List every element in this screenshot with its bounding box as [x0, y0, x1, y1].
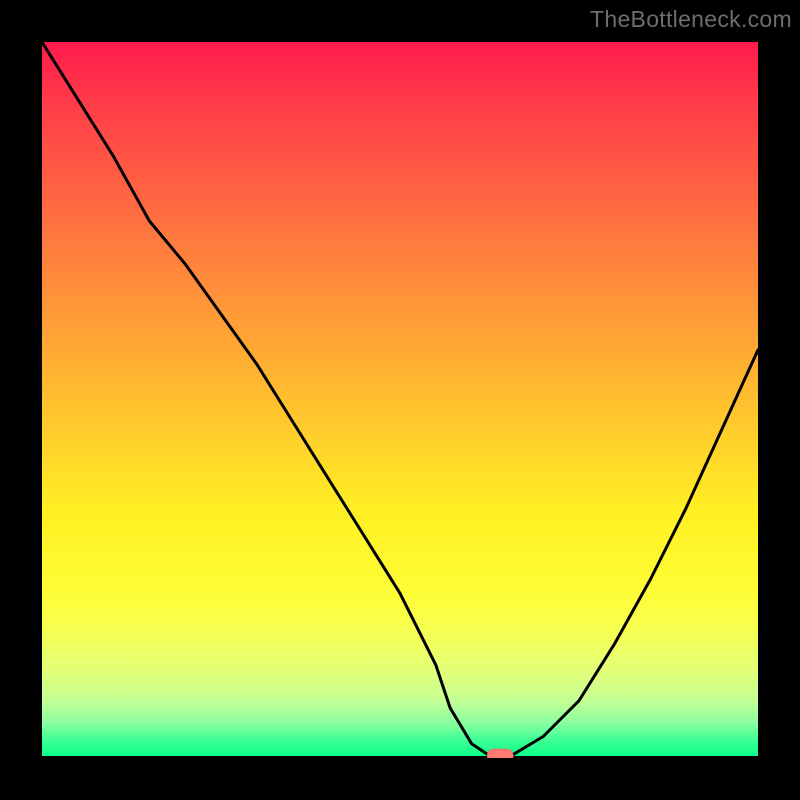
watermark-text: TheBottleneck.com [590, 6, 792, 33]
plot-area [42, 42, 758, 758]
chart-frame: TheBottleneck.com [0, 0, 800, 800]
minimum-marker [487, 749, 513, 758]
bottleneck-curve [42, 42, 758, 758]
chart-svg [42, 42, 758, 758]
